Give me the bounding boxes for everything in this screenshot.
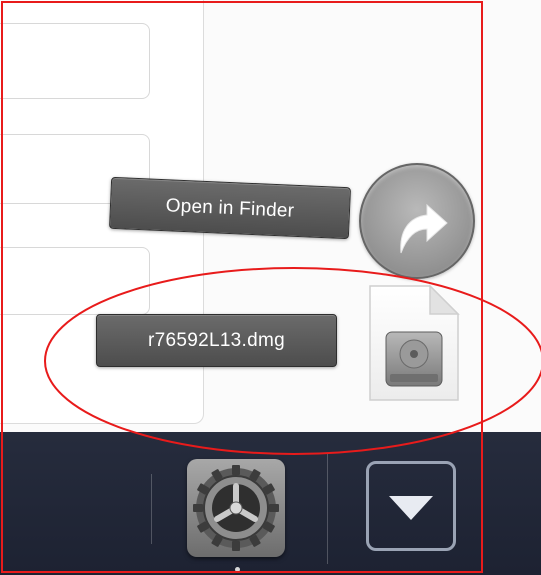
open-in-finder-arrow-icon bbox=[400, 203, 448, 254]
file-name-tooltip: r76592L13.dmg bbox=[96, 314, 337, 367]
system-preferences-gear-icon bbox=[193, 465, 279, 551]
open-in-finder-tooltip: Open in Finder bbox=[108, 176, 352, 240]
background-field bbox=[0, 23, 150, 99]
background-field bbox=[0, 247, 150, 315]
running-indicator bbox=[235, 567, 240, 572]
open-in-finder-label: Open in Finder bbox=[165, 194, 295, 222]
screen: Open in Finder r76592L13.dmg bbox=[0, 0, 541, 575]
dock-separator bbox=[151, 474, 152, 544]
dmg-file-icon[interactable] bbox=[368, 284, 460, 402]
downloads-stack-button[interactable] bbox=[366, 461, 456, 551]
dock-separator bbox=[327, 454, 328, 564]
open-in-finder-button[interactable] bbox=[359, 163, 475, 279]
file-name-label: r76592L13.dmg bbox=[147, 330, 285, 351]
chevron-down-icon bbox=[389, 496, 433, 520]
dock-item-system-preferences[interactable] bbox=[187, 459, 285, 557]
